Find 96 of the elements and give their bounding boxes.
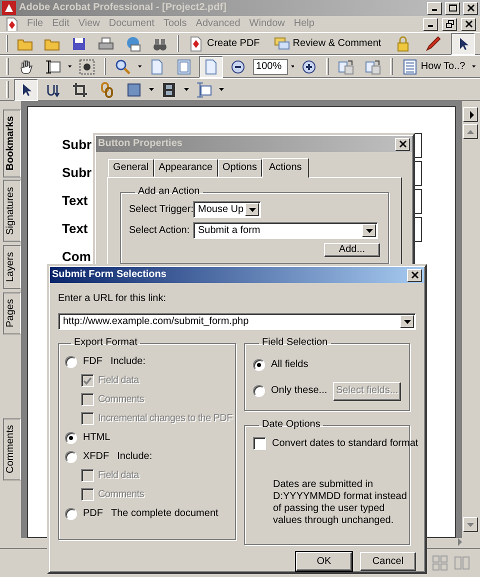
list-icon[interactable] <box>402 58 418 74</box>
close-icon[interactable] <box>410 271 418 279</box>
page-label: Subr <box>62 137 92 153</box>
caret-icon[interactable] <box>149 88 154 91</box>
dialog-button[interactable]: OK <box>296 552 352 571</box>
film-strip-icon[interactable] <box>161 82 177 98</box>
zoom-field[interactable]: 100% <box>253 58 288 74</box>
radio-label[interactable]: Include: <box>117 450 152 462</box>
snapshot-icon[interactable] <box>78 58 95 74</box>
caret-icon[interactable] <box>472 65 476 68</box>
panel-tab[interactable]: Bookmarks <box>3 109 21 178</box>
radio-button[interactable] <box>65 432 77 444</box>
radio-label[interactable]: The complete document <box>111 508 218 520</box>
panel-tab[interactable]: Comments <box>3 418 21 480</box>
save-icon[interactable] <box>71 36 87 52</box>
panel-tab[interactable]: Pages <box>3 292 21 335</box>
radio-label[interactable]: All fields <box>271 359 308 371</box>
dialog-title: Submit Form Selections <box>52 269 168 281</box>
action-dropdown[interactable]: Submit a form <box>193 222 378 239</box>
page-frame-icon[interactable] <box>176 58 192 74</box>
rotate-page-icon[interactable] <box>338 58 354 74</box>
review-comment-button[interactable]: Review & Comment <box>270 32 386 54</box>
scroll-down-icon[interactable] <box>467 522 474 526</box>
close-icon[interactable] <box>464 20 472 28</box>
radio-button[interactable] <box>253 385 265 397</box>
info-text: Dates are submitted in D:YYYYMMDD format instead of passing the user typed values through unchanged. <box>273 479 408 527</box>
group-title: Add an Action <box>137 186 201 198</box>
how-to-button[interactable]: How To..? <box>398 56 470 78</box>
caret-icon[interactable] <box>138 65 142 68</box>
page-icon[interactable] <box>149 58 166 74</box>
scroll-up-icon[interactable] <box>467 130 474 134</box>
checkbox[interactable] <box>253 437 266 450</box>
radio-button[interactable] <box>65 450 77 462</box>
tab[interactable]: Options <box>218 159 262 177</box>
next-page-icon[interactable] <box>468 110 474 118</box>
text-cursor-icon[interactable] <box>44 58 61 74</box>
dropdown-arrow-icon[interactable] <box>248 208 256 212</box>
page-icon[interactable] <box>203 58 220 74</box>
app-logo-icon <box>2 1 16 15</box>
zoom-out-icon[interactable] <box>230 58 246 74</box>
radio-label[interactable]: Include: <box>110 356 146 368</box>
radio-button[interactable] <box>253 359 265 371</box>
rotate-page-icon[interactable] <box>365 58 382 74</box>
scroll-right-icon[interactable] <box>458 538 462 546</box>
caret-icon[interactable] <box>68 65 72 68</box>
pdf-document-icon[interactable] <box>188 36 204 52</box>
page-label: Text <box>62 193 88 209</box>
window-title: Adobe Acrobat Professional - [Project2.pdf] <box>19 2 228 14</box>
dropdown-arrow-icon[interactable] <box>366 228 372 232</box>
create-pdf-button[interactable]: Create PDF <box>184 32 264 54</box>
tab[interactable]: Actions <box>262 158 309 178</box>
radio-label[interactable]: HTML <box>83 432 110 444</box>
radio-label[interactable]: XFDF <box>83 450 110 462</box>
dropdown-arrow-icon[interactable] <box>404 320 410 324</box>
checkbox-label[interactable]: Convert dates to standard format <box>272 438 418 450</box>
dialog-button[interactable]: Cancel <box>360 552 416 571</box>
caret-icon[interactable] <box>219 88 224 91</box>
zoom-in-icon[interactable] <box>301 58 318 74</box>
trigger-dropdown[interactable]: Mouse Up <box>193 201 261 218</box>
add-button[interactable]: Add... <box>324 243 380 257</box>
page-label: Com <box>62 249 91 265</box>
caret-icon[interactable] <box>184 88 189 91</box>
radio-label[interactable]: Only these... <box>271 385 328 397</box>
field-label: Enter a URL for this link: <box>58 293 168 305</box>
group-title: Field Selection <box>261 337 329 349</box>
globe-envelope-icon[interactable] <box>125 36 141 52</box>
radio-button[interactable] <box>65 356 77 368</box>
speech-bubble-icon[interactable] <box>274 36 290 52</box>
magnifier-icon[interactable] <box>115 58 132 74</box>
tab[interactable]: Appearance <box>154 159 218 177</box>
close-icon[interactable] <box>398 140 406 148</box>
url-field[interactable]: http://www.example.com/submit_form.php <box>58 313 416 330</box>
page-label: Text <box>62 221 88 237</box>
print-icon[interactable] <box>98 36 114 52</box>
page-label: Subr <box>62 165 92 181</box>
maximize-icon[interactable] <box>448 4 456 12</box>
group-title: Date Options <box>261 419 322 431</box>
radio-label[interactable]: FDF <box>83 356 102 368</box>
restore-icon[interactable] <box>446 20 454 28</box>
panel-tab[interactable]: Signatures <box>3 180 21 242</box>
caret-icon[interactable] <box>290 65 294 68</box>
square-icon[interactable] <box>126 82 142 98</box>
radio-button[interactable] <box>65 508 77 520</box>
hand-icon[interactable] <box>18 58 34 74</box>
close-icon[interactable] <box>466 4 474 12</box>
field-label: Select Trigger: <box>129 204 193 216</box>
group-title: Export Format <box>73 337 138 349</box>
pen-icon[interactable] <box>425 36 442 52</box>
field-label: Select Action: <box>129 224 191 236</box>
panel-tab[interactable]: Layers <box>3 245 21 290</box>
crop-icon[interactable] <box>72 82 88 98</box>
text-field-icon[interactable] <box>196 82 212 98</box>
radio-label[interactable]: PDF <box>83 508 103 520</box>
dialog-title: Button Properties <box>98 138 184 150</box>
chain-link-icon[interactable] <box>99 82 115 98</box>
tab[interactable]: General <box>108 159 154 177</box>
